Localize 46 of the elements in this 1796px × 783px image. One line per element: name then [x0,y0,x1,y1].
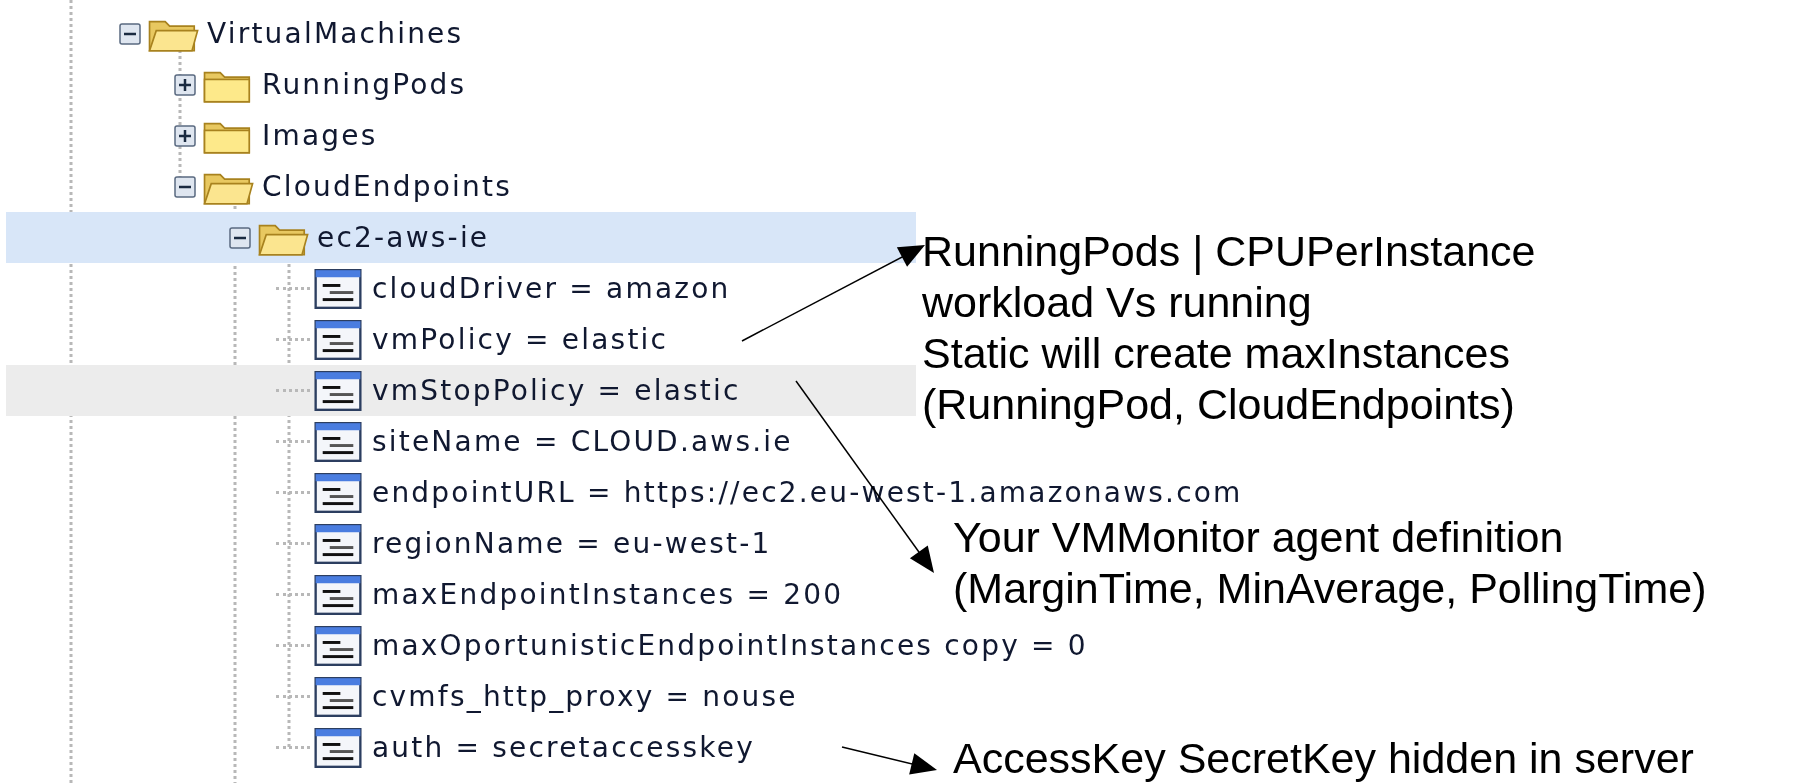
tree-row[interactable]: CloudEndpoints [6,161,916,212]
tree-item-label[interactable]: VirtualMachines [207,17,464,50]
property-icon [314,523,362,564]
annotation-text: Your VMMonitor agent definition (MarginTime, MinAverage, PollingTime) [953,512,1707,614]
property-icon [314,268,362,309]
collapse-icon[interactable] [174,175,196,198]
tree-row[interactable]: cloudDriver = amazon [6,263,916,314]
tree-row[interactable]: vmPolicy = elastic [6,314,916,365]
tree-row[interactable]: maxEndpointInstances = 200 [6,569,916,620]
tree-row[interactable]: auth = secretaccesskey [6,722,916,773]
annotation-text: AccessKey SecretKey hidden in server [953,733,1694,783]
property-icon [314,319,362,360]
tree-item-label[interactable]: RunningPods [262,68,467,101]
property-icon [314,727,362,768]
tree-item-label[interactable]: vmStopPolicy = elastic [372,374,741,407]
property-icon [314,625,362,666]
tree-item-label[interactable]: CloudEndpoints [262,170,512,203]
tree-item-label[interactable]: maxEndpointInstances = 200 [372,578,844,611]
expand-icon[interactable] [174,73,196,96]
tree-row[interactable]: ec2-aws-ie [6,212,916,263]
tree-item-label[interactable]: ec2-aws-ie [317,221,490,254]
tree-item-label[interactable]: siteName = CLOUD.aws.ie [372,425,793,458]
expand-icon[interactable] [174,124,196,147]
tree-item-label[interactable]: Images [262,119,378,152]
tree-row[interactable]: vmStopPolicy = elastic [6,365,916,416]
tree-row[interactable]: regionName = eu-west-1 [6,518,916,569]
property-icon [314,421,362,462]
tree-row[interactable]: Images [6,110,916,161]
tree-item-label[interactable]: regionName = eu-west-1 [372,527,772,560]
property-icon [314,676,362,717]
tree-item-label[interactable]: maxOportunisticEndpointInstances copy = 0 [372,629,1088,662]
tree-item-label[interactable]: cvmfs_http_proxy = nouse [372,680,798,713]
collapse-icon[interactable] [229,226,251,249]
tree-row[interactable]: cvmfs_http_proxy = nouse [6,671,916,722]
property-icon [314,472,362,513]
annotation-text: RunningPods | CPUPerInstance workload Vs running Static will create maxInstances (RunningPod, CloudEndpoints) [922,226,1536,430]
tree-row[interactable]: maxOportunisticEndpointInstances copy = 0 [6,620,1088,671]
tree-row[interactable]: VirtualMachines [6,8,916,59]
tree-row[interactable]: RunningPods [6,59,916,110]
property-icon [314,370,362,411]
property-icon [314,574,362,615]
tree-item-label[interactable]: vmPolicy = elastic [372,323,669,356]
collapse-icon[interactable] [119,22,141,45]
tree-item-label[interactable]: cloudDriver = amazon [372,272,731,305]
tree-row[interactable]: siteName = CLOUD.aws.ie [6,416,916,467]
tree-item-label[interactable]: auth = secretaccesskey [372,731,755,764]
